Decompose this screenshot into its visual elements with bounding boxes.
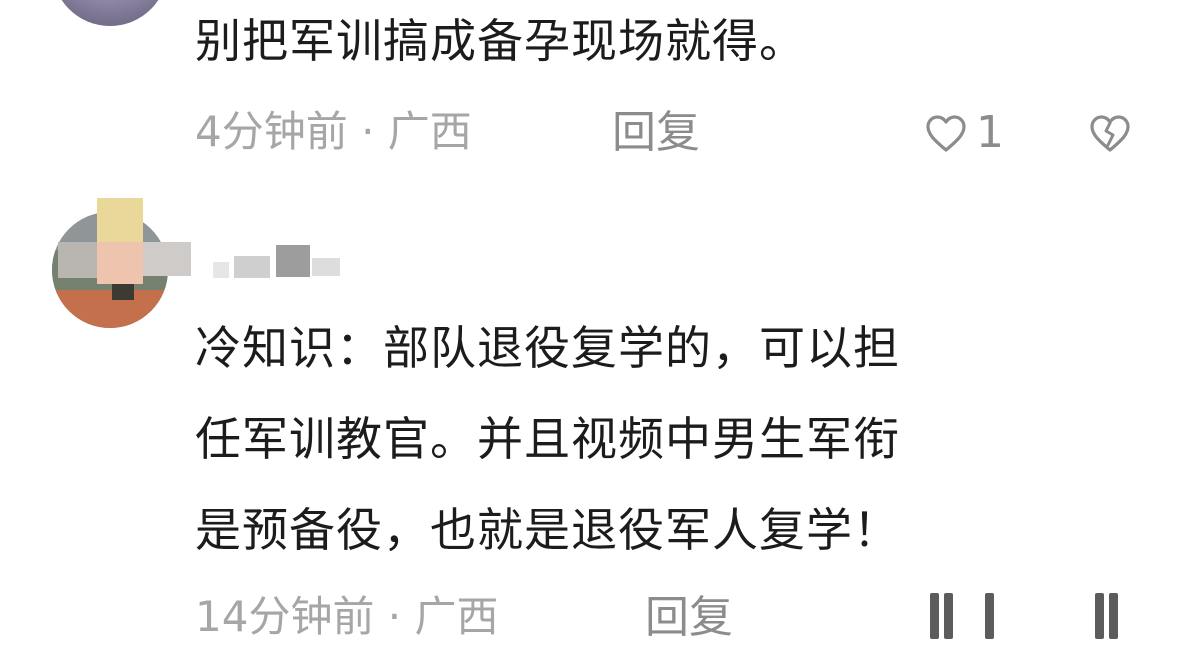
bars-icon[interactable]	[1095, 593, 1131, 639]
avatar-mosaic	[97, 198, 143, 242]
comment-text: 别把军训搞成备孕现场就得。	[195, 14, 806, 68]
username-blurred	[276, 245, 310, 277]
avatar-mosaic	[58, 242, 97, 278]
broken-heart-icon[interactable]	[1087, 112, 1133, 156]
like-count: 1	[976, 107, 1004, 158]
avatar-mosaic	[97, 242, 143, 284]
comment-meta: 4分钟前 · 广西	[195, 107, 472, 156]
bars-icon[interactable]	[985, 593, 1021, 639]
comment-text-line: 是预备役，也就是退役军人复学！	[195, 503, 900, 557]
avatar[interactable]	[52, 0, 168, 26]
comment-list: 别把军训搞成备孕现场就得。 4分钟前 · 广西 回复 1 冷知识：部队退役复学的…	[0, 0, 1200, 663]
comment-meta: 14分钟前 · 广西	[195, 592, 499, 641]
comment-text-line: 冷知识：部队退役复学的，可以担	[195, 321, 900, 375]
username-blurred	[312, 258, 340, 276]
username-blurred	[234, 256, 270, 278]
reply-button[interactable]: 回复	[645, 596, 733, 640]
heart-outline-icon[interactable]	[924, 112, 968, 156]
comment-text-line: 任军训教官。并且视频中男生军衔	[195, 412, 900, 466]
avatar-mosaic	[143, 242, 191, 276]
reply-button[interactable]: 回复	[612, 111, 700, 155]
username-blurred	[213, 262, 229, 278]
bars-icon[interactable]	[930, 593, 966, 639]
